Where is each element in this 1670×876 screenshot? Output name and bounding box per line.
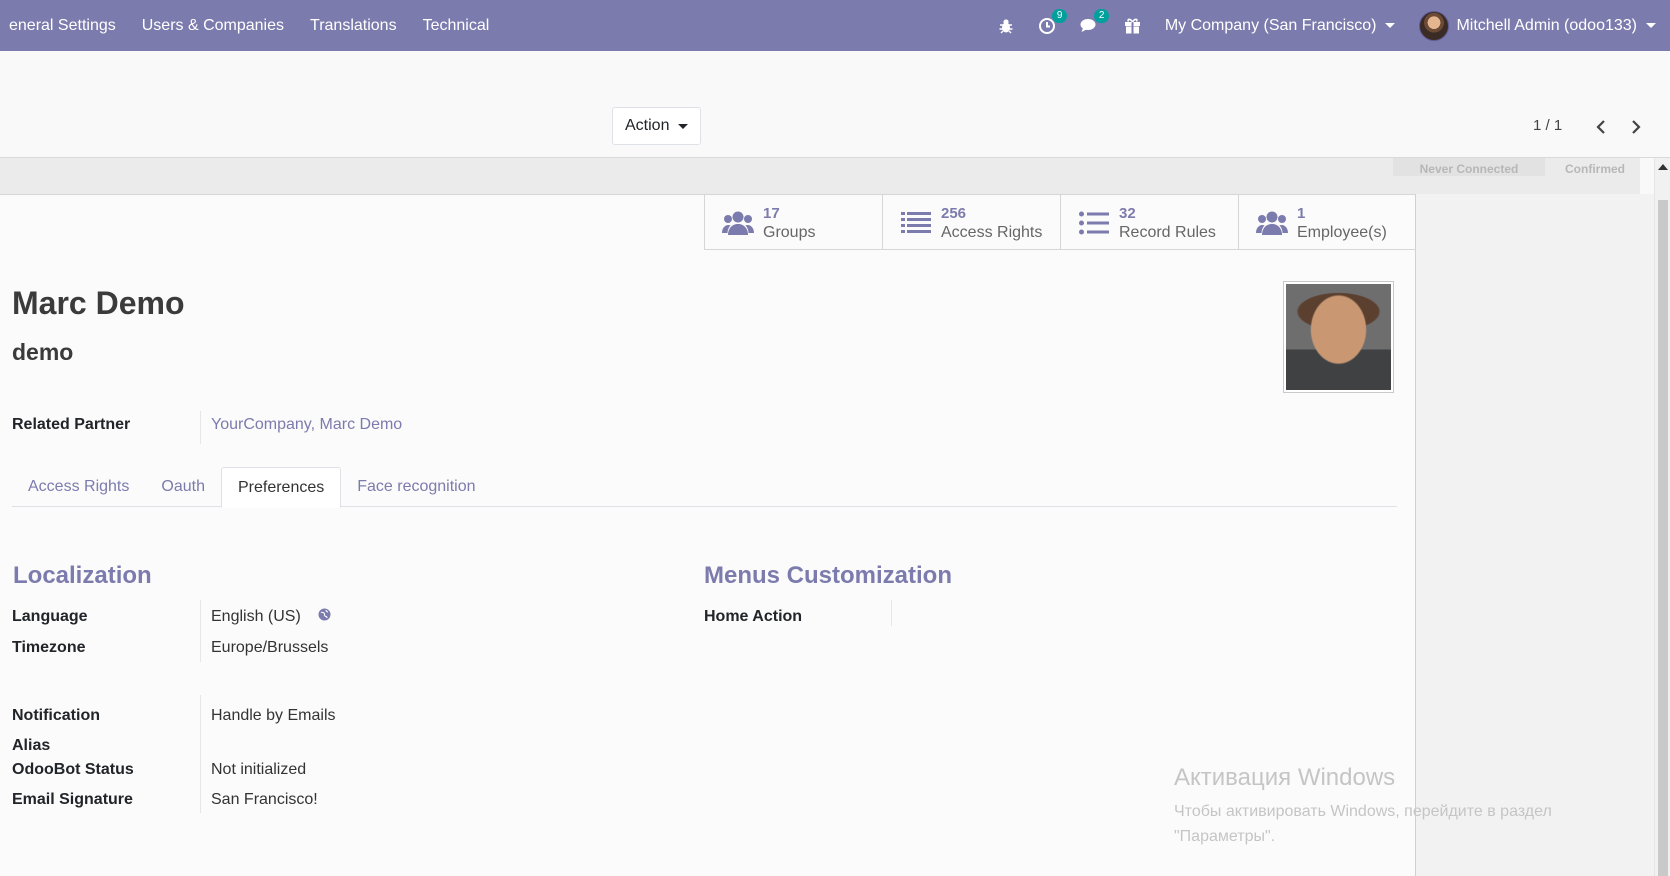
scroll-up-arrow-icon[interactable]: [1658, 164, 1668, 170]
app-menu: eneral Settings Users & Companies Transl…: [0, 0, 502, 51]
field-divider: [200, 695, 201, 813]
email-signature-value[interactable]: San Francisco!: [211, 791, 318, 809]
messages-chat-icon[interactable]: 2: [1068, 0, 1112, 51]
field-divider: [200, 600, 201, 662]
smart-button-box: 17 Groups 256 Access Rights 32 Record Ru…: [704, 195, 1416, 250]
employees-label: Employee(s): [1297, 223, 1387, 241]
messages-count-badge: 2: [1093, 9, 1110, 23]
access-rights-count: 256: [941, 204, 967, 222]
chevron-left-icon: [1596, 120, 1605, 134]
user-menu[interactable]: Mitchell Admin (odoo133): [1407, 0, 1670, 51]
notification-value[interactable]: Handle by Emails: [211, 707, 336, 725]
tab-access-rights[interactable]: Access Rights: [12, 467, 145, 507]
user-name: Mitchell Admin (odoo133): [1456, 16, 1637, 34]
record-name[interactable]: Marc Demo: [12, 285, 185, 322]
chevron-down-icon: [1646, 23, 1656, 28]
email-signature-label: Email Signature: [12, 791, 133, 808]
related-partner-label: Related Partner: [12, 416, 131, 433]
record-rules-smart-button[interactable]: 32 Record Rules: [1060, 195, 1238, 250]
tab-preferences[interactable]: Preferences: [220, 467, 342, 508]
timezone-value[interactable]: Europe/Brussels: [211, 639, 328, 657]
related-partner-link[interactable]: YourCompany, Marc Demo: [211, 416, 402, 434]
odoobot-status-value[interactable]: Not initialized: [211, 761, 306, 779]
activity-clock-icon[interactable]: 9: [1026, 0, 1068, 51]
list-icon: [900, 208, 932, 238]
list-ul-icon: [1078, 208, 1110, 238]
scrollbar-thumb[interactable]: [1658, 200, 1668, 876]
notebook-tabs: Access Rights Oauth Preferences Face rec…: [12, 467, 1397, 508]
home-action-label: Home Action: [704, 608, 803, 625]
debug-bug-icon[interactable]: [986, 0, 1026, 51]
right-gutter: [1416, 194, 1654, 876]
menu-users-companies[interactable]: Users & Companies: [129, 0, 297, 51]
employees-count: 1: [1297, 204, 1306, 222]
status-bar: Never Connected Confirmed: [0, 158, 1640, 194]
record-login[interactable]: demo: [12, 339, 73, 366]
language-value[interactable]: English (US): [211, 608, 301, 626]
windows-activation-title: Активация Windows: [1174, 764, 1396, 791]
language-label: Language: [12, 608, 88, 625]
user-photo[interactable]: [1283, 281, 1394, 393]
vertical-scrollbar[interactable]: [1654, 158, 1670, 876]
record-rules-count: 32: [1119, 204, 1136, 222]
action-label: Action: [625, 117, 670, 134]
control-panel: Action 1 / 1: [0, 51, 1670, 158]
globe-icon[interactable]: [318, 608, 331, 626]
groups-smart-button[interactable]: 17 Groups: [704, 195, 882, 250]
groups-label: Groups: [763, 223, 816, 241]
stage-confirmed[interactable]: Confirmed: [1550, 158, 1640, 176]
menu-translations[interactable]: Translations: [297, 0, 410, 51]
menu-general-settings[interactable]: eneral Settings: [0, 0, 129, 51]
tab-face-recognition[interactable]: Face recognition: [341, 467, 491, 507]
chevron-down-icon: [678, 123, 689, 129]
company-name: My Company (San Francisco): [1164, 16, 1377, 34]
systray: 9 2 My Company (San Francisco) Mitchell …: [986, 0, 1670, 51]
stage-never-connected[interactable]: Never Connected: [1393, 158, 1545, 176]
top-navbar: eneral Settings Users & Companies Transl…: [0, 0, 1670, 51]
chevron-right-icon: [1632, 120, 1641, 134]
menus-customization-section-title: Menus Customization: [704, 562, 953, 589]
tab-oauth[interactable]: Oauth: [145, 467, 221, 507]
gift-icon[interactable]: [1112, 0, 1153, 51]
groups-count: 17: [763, 204, 780, 222]
menu-technical[interactable]: Technical: [410, 0, 503, 51]
windows-activation-subtitle: Чтобы активировать Windows, перейдите в …: [1174, 803, 1552, 845]
users-icon: [1256, 208, 1288, 238]
user-photo-image: [1286, 284, 1391, 390]
employees-smart-button[interactable]: 1 Employee(s): [1238, 195, 1416, 250]
odoobot-status-label: OdooBot Status: [12, 761, 134, 778]
alias-label: Alias: [12, 737, 51, 754]
access-rights-label: Access Rights: [941, 223, 1043, 241]
users-icon: [722, 208, 754, 238]
field-divider: [891, 600, 892, 626]
activity-count-badge: 9: [1051, 9, 1068, 23]
home-action-field[interactable]: [900, 603, 1200, 629]
pager-next-button[interactable]: [1624, 115, 1648, 139]
access-rights-smart-button[interactable]: 256 Access Rights: [882, 195, 1060, 250]
notification-label: Notification: [12, 707, 100, 724]
user-avatar: [1419, 10, 1450, 41]
action-dropdown-button[interactable]: Action: [612, 107, 702, 145]
localization-section-title: Localization: [13, 562, 152, 589]
record-rules-label: Record Rules: [1119, 223, 1216, 241]
field-divider: [200, 411, 201, 444]
timezone-label: Timezone: [12, 639, 86, 656]
pager-previous-button[interactable]: [1589, 115, 1613, 139]
chevron-down-icon: [1385, 23, 1396, 28]
pager-value[interactable]: 1 / 1: [1533, 117, 1562, 134]
company-switcher[interactable]: My Company (San Francisco): [1153, 0, 1408, 51]
